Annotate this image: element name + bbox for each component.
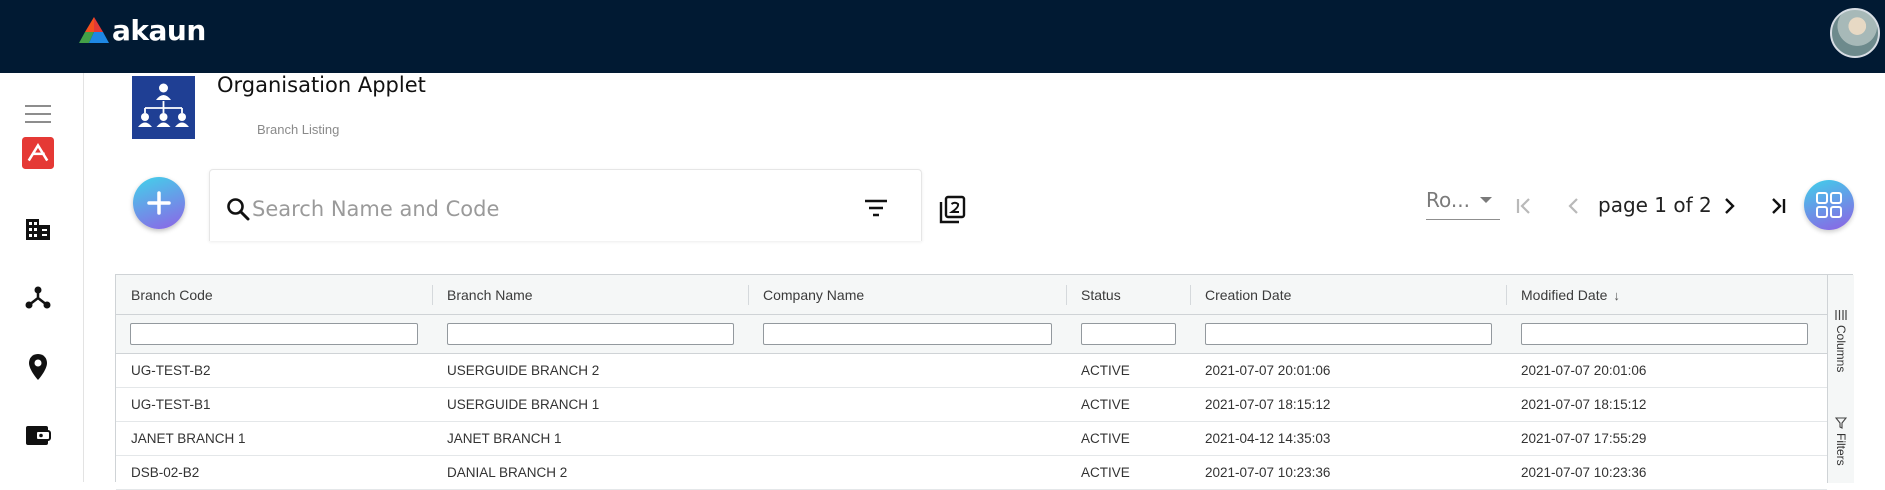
filter-input-modified-date[interactable] xyxy=(1521,323,1808,345)
search-input[interactable] xyxy=(252,196,812,222)
last-page-button[interactable] xyxy=(1766,194,1790,218)
column-header-modified-date-label: Modified Date xyxy=(1521,287,1608,303)
last-page-icon xyxy=(1772,198,1786,214)
filters-tab[interactable]: Filters xyxy=(1828,417,1854,466)
page-title: Organisation Applet xyxy=(217,73,426,97)
filter-input-company-name[interactable] xyxy=(763,323,1052,345)
table-header: Branch Code Branch Name Company Name Sta… xyxy=(116,275,1827,315)
akaun-app-icon[interactable] xyxy=(22,137,54,169)
first-page-button[interactable] xyxy=(1512,194,1536,218)
cell-company-name xyxy=(748,456,763,490)
chevron-down-icon xyxy=(1480,197,1492,203)
cell-status: ACTIVE xyxy=(1081,397,1130,412)
cell-creation-date: 2021-07-07 20:01:06 xyxy=(1205,363,1331,378)
cell-status: ACTIVE xyxy=(1081,431,1130,446)
filters-tab-label: Filters xyxy=(1834,433,1848,466)
user-avatar[interactable] xyxy=(1830,8,1880,58)
columns-icon xyxy=(1835,310,1847,320)
brand-logo[interactable]: akaun xyxy=(78,16,206,46)
grid-view-button[interactable] xyxy=(1804,180,1854,230)
cell-creation-date: 2021-04-12 14:35:03 xyxy=(1205,431,1331,446)
organisation-applet-logo xyxy=(132,76,195,139)
rows-per-page-label: Ro... xyxy=(1426,188,1470,212)
previous-page-button[interactable] xyxy=(1562,194,1586,218)
org-chart-icon xyxy=(138,83,189,127)
location-pin-icon[interactable] xyxy=(22,351,54,383)
sidebar xyxy=(0,73,84,482)
columns-tab[interactable]: Columns xyxy=(1828,309,1854,372)
column-header-creation-date[interactable]: Creation Date xyxy=(1190,275,1506,315)
table-row[interactable]: DSB-02-B2 DANIAL BRANCH 2 ACTIVE 2021-07… xyxy=(116,456,1827,490)
cell-creation-date: 2021-07-07 18:15:12 xyxy=(1205,397,1331,412)
column-header-company-name[interactable]: Company Name xyxy=(748,275,1066,315)
table-row[interactable]: UG-TEST-B1 USERGUIDE BRANCH 1 ACTIVE 202… xyxy=(116,388,1827,422)
table-row[interactable]: UG-TEST-B2 USERGUIDE BRANCH 2 ACTIVE 202… xyxy=(116,354,1827,388)
organisation-tree-icon[interactable] xyxy=(22,281,54,313)
cell-branch-name: USERGUIDE BRANCH 1 xyxy=(447,397,600,412)
rows-per-page-select[interactable]: Ro... xyxy=(1426,186,1500,220)
library-copy-icon[interactable] xyxy=(938,195,966,225)
tool-panel-sidebar: Columns Filters xyxy=(1827,275,1854,483)
brand-name: akaun xyxy=(112,14,206,47)
cell-status: ACTIVE xyxy=(1081,363,1130,378)
next-page-button[interactable] xyxy=(1717,194,1741,218)
chevron-right-icon xyxy=(1725,198,1735,214)
company-icon[interactable] xyxy=(22,213,54,245)
filter-row xyxy=(116,315,1827,354)
top-bar: akaun xyxy=(0,0,1885,73)
branch-table: Branch Code Branch Name Company Name Sta… xyxy=(115,274,1854,490)
cell-modified-date: 2021-07-07 20:01:06 xyxy=(1521,363,1647,378)
cell-branch-code: UG-TEST-B1 xyxy=(131,397,211,412)
cell-branch-code: DSB-02-B2 xyxy=(131,465,200,480)
column-header-status[interactable]: Status xyxy=(1066,275,1190,315)
cell-branch-name: DANIAL BRANCH 2 xyxy=(447,465,568,480)
filter-input-status[interactable] xyxy=(1081,323,1176,345)
column-header-branch-code[interactable]: Branch Code xyxy=(116,275,432,315)
page-subtitle: Branch Listing xyxy=(257,122,340,137)
sort-descending-icon[interactable]: ↓ xyxy=(1613,288,1620,303)
search-bar xyxy=(209,169,922,241)
cell-company-name xyxy=(748,422,763,456)
search-icon[interactable] xyxy=(226,197,250,221)
cell-modified-date: 2021-07-07 18:15:12 xyxy=(1521,397,1647,412)
cell-branch-name: USERGUIDE BRANCH 2 xyxy=(447,363,600,378)
page-indicator: page 1 of 2 xyxy=(1598,193,1712,217)
column-header-branch-name[interactable]: Branch Name xyxy=(432,275,748,315)
filter-input-creation-date[interactable] xyxy=(1205,323,1492,345)
cell-company-name xyxy=(748,354,763,388)
cell-status: ACTIVE xyxy=(1081,465,1130,480)
columns-tab-label: Columns xyxy=(1834,325,1848,373)
filter-input-branch-name[interactable] xyxy=(447,323,734,345)
chevron-left-icon xyxy=(1568,198,1578,214)
funnel-icon xyxy=(1835,417,1847,429)
first-page-icon xyxy=(1516,198,1530,214)
column-header-modified-date[interactable]: Modified Date ↓ xyxy=(1506,275,1826,315)
wallet-icon[interactable] xyxy=(22,419,54,451)
grid-view-icon xyxy=(1816,192,1842,218)
menu-icon[interactable] xyxy=(22,99,54,131)
cell-modified-date: 2021-07-07 10:23:36 xyxy=(1521,465,1647,480)
filter-icon[interactable] xyxy=(864,198,888,218)
table-row[interactable]: JANET BRANCH 1 JANET BRANCH 1 ACTIVE 202… xyxy=(116,422,1827,456)
filter-input-branch-code[interactable] xyxy=(130,323,418,345)
cell-branch-code: JANET BRANCH 1 xyxy=(131,431,246,446)
cell-branch-name: JANET BRANCH 1 xyxy=(447,431,562,446)
cell-creation-date: 2021-07-07 10:23:36 xyxy=(1205,465,1331,480)
cell-modified-date: 2021-07-07 17:55:29 xyxy=(1521,431,1647,446)
akaun-logo-icon xyxy=(79,17,109,43)
cell-branch-code: UG-TEST-B2 xyxy=(131,363,211,378)
plus-icon xyxy=(147,191,171,215)
add-branch-button[interactable] xyxy=(133,177,185,229)
cell-company-name xyxy=(748,388,763,422)
